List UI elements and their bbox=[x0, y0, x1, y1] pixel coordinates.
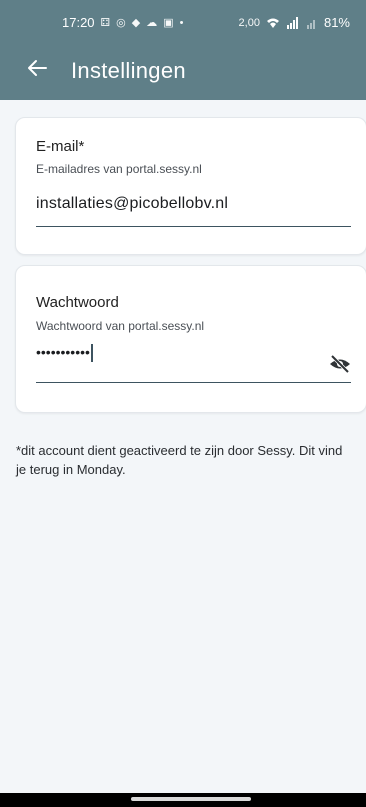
password-hint: Wachtwoord van portal.sessy.nl bbox=[36, 319, 205, 333]
password-field[interactable]: ••••••••••• bbox=[36, 344, 93, 363]
arrow-back-icon bbox=[28, 60, 47, 76]
email-underline bbox=[36, 226, 351, 227]
email-card: E-mail* E-mailadres van portal.sessy.nl … bbox=[15, 117, 366, 255]
signal-icon bbox=[306, 19, 315, 29]
password-card: Wachtwoord Wachtwoord van portal.sessy.n… bbox=[15, 265, 366, 413]
back-button[interactable] bbox=[26, 56, 50, 84]
account-note: *dit account dient geactiveerd te zijn d… bbox=[16, 443, 343, 477]
text-caret bbox=[90, 344, 93, 363]
app-bar: Instellingen bbox=[0, 42, 366, 100]
wifi-icon bbox=[266, 18, 279, 28]
dot-icon: • bbox=[179, 16, 184, 29]
email-field[interactable]: installaties@picobellobv.nl bbox=[36, 195, 228, 213]
status-bar: 17:20 ⚃ ◎ ◆ ☁ ▣ • 2,00 81% bbox=[0, 0, 366, 42]
status-right: 2,00 81% bbox=[239, 15, 350, 30]
visibility-off-icon bbox=[330, 354, 350, 374]
password-value: ••••••••••• bbox=[36, 344, 90, 360]
network-speed: 2,00 bbox=[238, 16, 260, 29]
system-nav-bar bbox=[0, 793, 366, 807]
email-hint: E-mailadres van portal.sessy.nl bbox=[36, 162, 202, 176]
notification-icon: ⚃ bbox=[100, 17, 111, 29]
message-icon: ▣ bbox=[163, 17, 174, 29]
toggle-password-visibility-button[interactable] bbox=[328, 352, 352, 376]
status-time: 17:20 bbox=[62, 15, 95, 30]
password-label: Wachtwoord bbox=[36, 294, 119, 311]
email-label: E-mail* bbox=[36, 138, 85, 155]
password-underline bbox=[36, 382, 351, 383]
signal-icon bbox=[286, 16, 298, 29]
app-icon: ◆ bbox=[131, 17, 141, 29]
whatsapp-icon: ◎ bbox=[116, 17, 126, 29]
cloud-icon: ☁ bbox=[146, 17, 158, 29]
status-left: 17:20 ⚃ ◎ ◆ ☁ ▣ • bbox=[62, 15, 183, 30]
page-title: Instellingen bbox=[71, 58, 186, 83]
battery-level: 81% bbox=[323, 15, 350, 30]
home-handle[interactable] bbox=[131, 797, 251, 801]
